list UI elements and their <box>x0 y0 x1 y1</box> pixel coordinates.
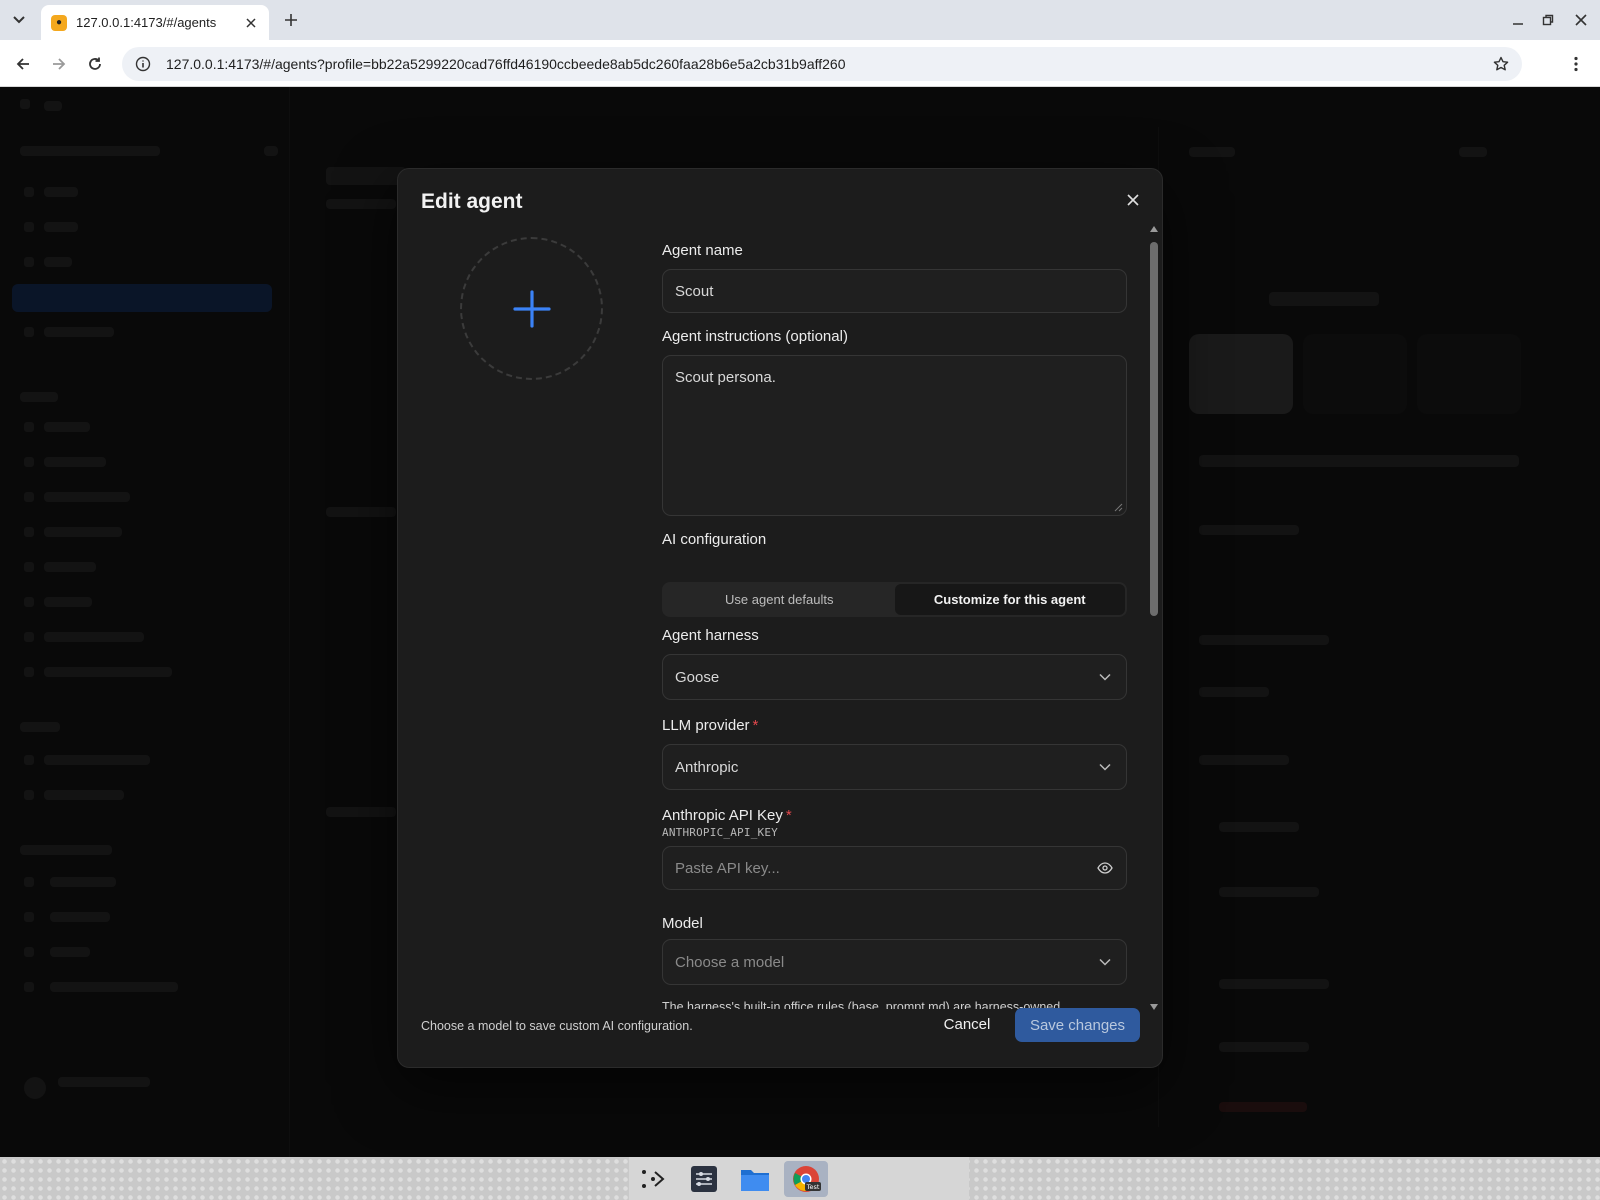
use-agent-defaults-option[interactable]: Use agent defaults <box>664 584 895 615</box>
os-taskbar: Test <box>0 1157 1600 1200</box>
dock: Test <box>629 1157 969 1200</box>
agent-instructions-label: Agent instructions (optional) <box>662 328 848 345</box>
back-icon[interactable] <box>12 53 34 75</box>
agent-harness-label: Agent harness <box>662 627 759 644</box>
tab-title: 127.0.0.1:4173/#/agents <box>76 15 217 30</box>
llm-provider-value: Anthropic <box>675 758 739 776</box>
close-window-icon[interactable] <box>1570 10 1592 30</box>
chrome-badge-text: Test <box>806 1183 820 1191</box>
edit-agent-dialog: Edit agent Agent name Scout Agent instru… <box>397 168 1163 1068</box>
reload-icon[interactable] <box>84 53 106 75</box>
restore-icon[interactable] <box>1537 10 1559 30</box>
form-scroll-area[interactable]: Agent name Scout Agent instructions (opt… <box>662 225 1142 1009</box>
ai-configuration-toggle: Use agent defaults Customize for this ag… <box>662 582 1127 617</box>
model-label: Model <box>662 915 703 932</box>
files-app-icon[interactable] <box>733 1161 777 1197</box>
ai-configuration-label: AI configuration <box>662 531 767 548</box>
agent-instructions-value: Scout persona. <box>675 369 776 386</box>
cancel-button[interactable]: Cancel <box>929 1008 1005 1041</box>
resize-handle-icon[interactable] <box>1114 503 1123 512</box>
plus-icon <box>512 289 551 328</box>
forward-icon[interactable] <box>48 53 70 75</box>
agent-name-label: Agent name <box>662 242 743 259</box>
save-changes-button[interactable]: Save changes <box>1015 1008 1140 1042</box>
chevron-down-icon <box>1098 760 1112 774</box>
scroll-up-icon[interactable] <box>1150 226 1158 232</box>
model-select[interactable]: Choose a model <box>662 939 1127 985</box>
browser-toolbar: 127.0.0.1:4173/#/agents?profile=bb22a529… <box>0 40 1600 87</box>
llm-provider-label: LLM provider * <box>662 717 759 734</box>
required-marker: * <box>752 717 759 734</box>
agent-instructions-textarea[interactable]: Scout persona. <box>662 355 1127 516</box>
form-scrollbar[interactable] <box>1148 224 1160 1012</box>
save-hint: Choose a model to save custom AI configu… <box>421 1019 693 1033</box>
scroll-down-icon[interactable] <box>1150 1004 1158 1010</box>
agent-name-value: Scout <box>675 282 714 300</box>
customize-for-agent-option[interactable]: Customize for this agent <box>894 584 1125 615</box>
agent-harness-value: Goose <box>675 668 720 686</box>
favicon-icon: ● <box>51 14 67 31</box>
close-icon[interactable] <box>243 15 259 31</box>
plus-icon[interactable] <box>280 10 302 30</box>
tab-list-icon[interactable] <box>8 10 30 30</box>
chrome-app-icon[interactable]: Test <box>784 1161 828 1197</box>
chevron-down-icon <box>1098 670 1112 684</box>
api-key-env-var: ANTHROPIC_API_KEY <box>662 826 778 839</box>
minimize-icon[interactable] <box>1507 10 1529 30</box>
close-icon[interactable] <box>1124 191 1142 209</box>
address-bar[interactable]: 127.0.0.1:4173/#/agents?profile=bb22a529… <box>122 47 1522 81</box>
api-key-input[interactable]: Paste API key... <box>662 846 1127 890</box>
browser-tab[interactable]: ● 127.0.0.1:4173/#/agents <box>41 5 269 40</box>
browser-tab-strip: ● 127.0.0.1:4173/#/agents <box>0 0 1600 40</box>
scrollbar-thumb[interactable] <box>1150 242 1158 616</box>
chevron-down-icon <box>1098 955 1112 969</box>
llm-provider-select[interactable]: Anthropic <box>662 744 1127 790</box>
site-info-icon[interactable] <box>134 55 152 73</box>
agent-harness-select[interactable]: Goose <box>662 654 1127 700</box>
model-placeholder: Choose a model <box>675 953 785 971</box>
avatar-upload-button[interactable] <box>460 237 603 380</box>
settings-app-icon[interactable] <box>682 1161 726 1197</box>
agent-name-input[interactable]: Scout <box>662 269 1127 313</box>
bookmark-star-icon[interactable] <box>1492 55 1510 73</box>
api-key-placeholder: Paste API key... <box>675 859 780 877</box>
eye-icon[interactable] <box>1096 859 1114 877</box>
dialog-footer: Choose a model to save custom AI configu… <box>398 1001 1162 1067</box>
kebab-menu-icon[interactable] <box>1566 53 1586 75</box>
api-key-label: Anthropic API Key * <box>662 807 792 824</box>
url-text: 127.0.0.1:4173/#/agents?profile=bb22a529… <box>166 56 846 72</box>
launcher-icon[interactable] <box>631 1161 675 1197</box>
dialog-title: Edit agent <box>421 190 523 213</box>
required-marker: * <box>785 807 792 824</box>
